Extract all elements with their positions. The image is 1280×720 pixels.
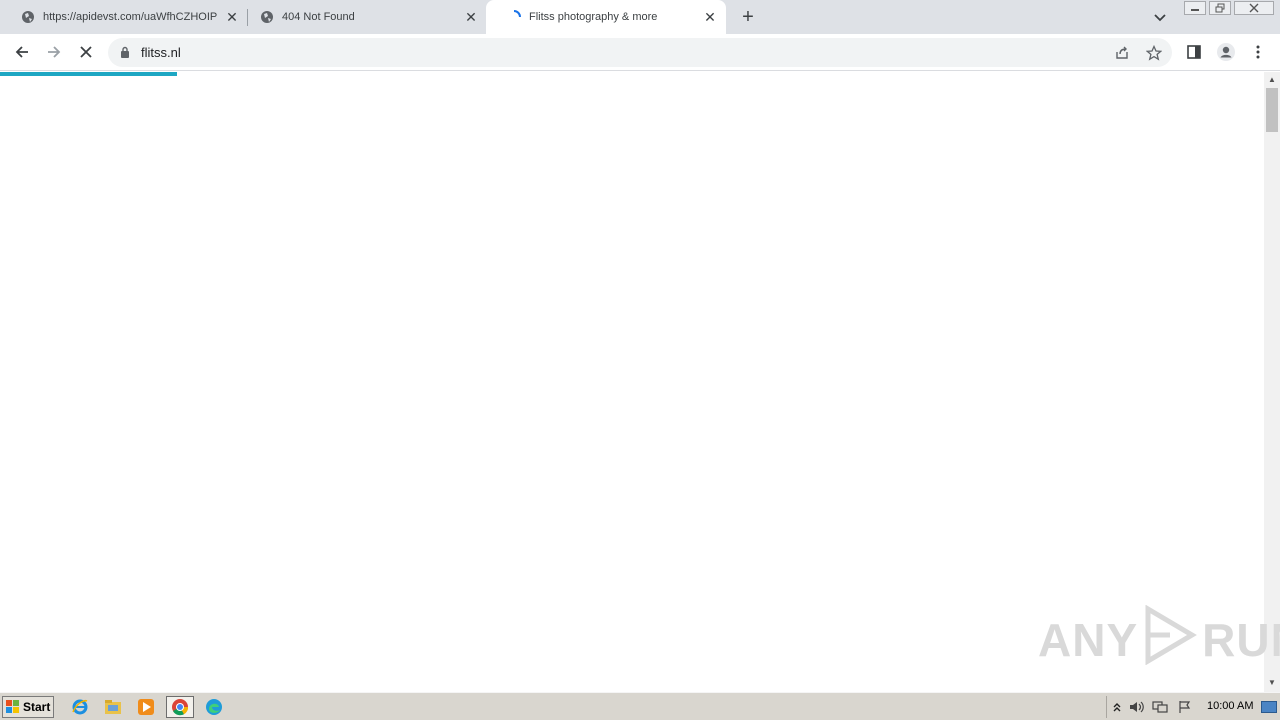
forward-button[interactable]	[44, 42, 64, 62]
watermark-left: ANY	[1038, 614, 1139, 666]
explorer-icon[interactable]	[99, 696, 127, 718]
kebab-menu-icon	[1256, 45, 1260, 59]
start-label: Start	[23, 700, 51, 714]
menu-button[interactable]	[1248, 42, 1268, 62]
tab-title: https://apidevst.com/uaWfhCZHOIP	[43, 11, 218, 23]
anyrun-watermark: ANY RUN	[1038, 604, 1280, 672]
loading-spinner-icon	[506, 9, 522, 25]
minimize-button[interactable]	[1184, 1, 1206, 15]
loading-progress-bar	[0, 72, 177, 76]
tab-search-chevron-icon[interactable]	[1152, 9, 1168, 25]
show-hidden-icons-chevron-icon[interactable]	[1109, 699, 1125, 715]
new-tab-button[interactable]: +	[738, 7, 758, 27]
windows-taskbar: Start 10:00 AM	[0, 692, 1280, 720]
page-viewport	[0, 72, 1264, 692]
close-tab-icon[interactable]: ✕	[224, 9, 240, 25]
scroll-down-icon[interactable]: ▼	[1268, 679, 1276, 687]
tab-apidevst[interactable]: https://apidevst.com/uaWfhCZHOIP ✕	[0, 0, 248, 34]
globe-icon	[259, 9, 275, 25]
clock[interactable]: 10:00 AM	[1207, 700, 1253, 712]
browser-toolbar: flitss.nl	[0, 34, 1280, 71]
address-text[interactable]: flitss.nl	[141, 45, 181, 60]
tab-404[interactable]: 404 Not Found ✕	[239, 0, 487, 34]
scroll-up-icon[interactable]: ▲	[1268, 76, 1276, 84]
profile-button[interactable]	[1216, 42, 1236, 62]
ie-icon[interactable]	[66, 696, 94, 718]
vertical-scrollbar[interactable]: ▲ ▼	[1264, 72, 1280, 692]
share-icon[interactable]	[1113, 44, 1131, 62]
globe-icon	[20, 9, 36, 25]
watermark-right: RUN	[1202, 614, 1280, 666]
tab-title: Flitss photography & more	[529, 11, 658, 23]
restore-button[interactable]	[1209, 1, 1231, 15]
start-button[interactable]: Start	[2, 696, 54, 718]
scrollbar-thumb[interactable]	[1266, 88, 1278, 132]
stop-icon	[80, 46, 92, 58]
action-center-flag-icon[interactable]	[1177, 699, 1193, 715]
media-player-icon[interactable]	[132, 696, 160, 718]
show-desktop-icon[interactable]	[1261, 699, 1277, 715]
back-arrow-icon	[15, 46, 28, 58]
play-logo-icon	[1142, 604, 1198, 676]
windows-logo-icon	[6, 700, 20, 714]
network-icon[interactable]	[1152, 699, 1168, 715]
forward-arrow-icon	[48, 46, 61, 58]
edge-icon[interactable]	[200, 696, 228, 718]
stop-loading-button[interactable]	[76, 42, 96, 62]
tab-strip: https://apidevst.com/uaWfhCZHOIP ✕ 404 N…	[0, 0, 1280, 34]
side-panel-icon	[1187, 45, 1201, 59]
avatar-icon	[1217, 43, 1235, 61]
volume-icon[interactable]	[1129, 699, 1145, 715]
lock-icon[interactable]	[120, 46, 130, 62]
close-tab-icon[interactable]: ✕	[463, 9, 479, 25]
side-panel-button[interactable]	[1184, 42, 1204, 62]
close-tab-icon[interactable]: ✕	[702, 9, 718, 25]
tab-title: 404 Not Found	[282, 11, 355, 23]
system-tray: 10:00 AM	[1106, 696, 1280, 718]
back-button[interactable]	[12, 42, 32, 62]
close-window-button[interactable]	[1234, 1, 1274, 15]
bookmark-star-icon[interactable]	[1145, 44, 1163, 62]
chrome-icon[interactable]	[166, 696, 194, 718]
address-bar[interactable]: flitss.nl	[108, 38, 1172, 67]
tab-flitss[interactable]: Flitss photography & more ✕	[486, 0, 726, 34]
